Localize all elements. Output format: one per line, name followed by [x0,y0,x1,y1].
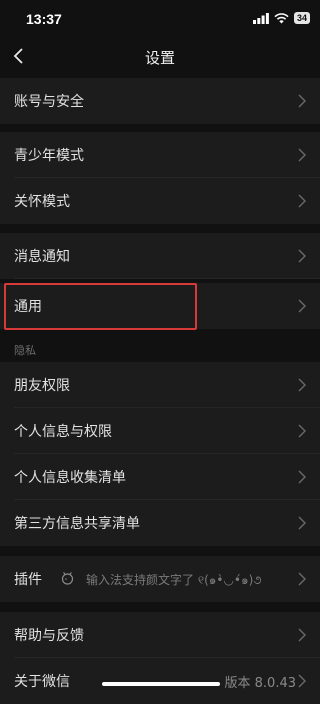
row-label: 关于微信 [14,674,70,690]
row-third-party-sharing[interactable]: 第三方信息共享清单 [0,500,320,546]
row-label: 第三方信息共享清单 [14,516,140,532]
highlight-annotation [4,283,197,330]
plugin-icon [61,572,74,585]
signal-icon [252,12,269,24]
wifi-icon [274,12,289,23]
row-info-collection[interactable]: 个人信息收集清单 [0,454,320,500]
version-text: 版本 8.0.43 [224,676,296,691]
chevron-right-icon [298,470,306,484]
row-label: 插件 [14,572,42,588]
chevron-right-icon [298,249,306,263]
row-label: 青少年模式 [14,148,84,164]
row-label: 消息通知 [14,249,70,265]
chevron-right-icon [298,378,306,392]
row-label: 关怀模式 [14,194,70,210]
chevron-right-icon [298,194,306,208]
row-about[interactable]: 关于微信 版本 8.0.43 [0,658,320,704]
status-icons: 34 [252,12,310,24]
chevron-right-icon [298,628,306,642]
row-youth-mode[interactable]: 青少年模式 [0,132,320,178]
nav-bar: 设置 [0,36,320,78]
status-bar: 13:37 34 [0,0,320,36]
page-title: 设置 [144,49,175,67]
chevron-right-icon [298,516,306,530]
status-time: 13:37 [26,11,62,27]
row-label: 个人信息收集清单 [14,470,126,486]
section-label-privacy: 隐私 [14,344,36,357]
home-indicator[interactable] [102,682,220,686]
row-label: 朋友权限 [14,378,70,394]
plugin-description: 输入法支持颜文字了 ୧(๑•̀◡•́๑)૭ [86,573,262,587]
row-account-security[interactable]: 账号与安全 [0,78,320,124]
battery-icon: 34 [293,12,310,24]
row-label: 个人信息与权限 [14,424,112,440]
chevron-right-icon [298,148,306,162]
chevron-right-icon [298,424,306,438]
row-label: 账号与安全 [14,94,84,110]
row-label: 帮助与反馈 [14,628,84,644]
row-care-mode[interactable]: 关怀模式 [0,178,320,224]
chevron-right-icon [298,94,306,108]
row-help-feedback[interactable]: 帮助与反馈 [0,612,320,658]
row-personal-info[interactable]: 个人信息与权限 [0,408,320,454]
row-notifications[interactable]: 消息通知 [0,233,320,279]
row-plugins[interactable]: 插件 输入法支持颜文字了 ୧(๑•̀◡•́๑)૭ [0,556,320,602]
chevron-right-icon [298,299,306,313]
row-friend-permissions[interactable]: 朋友权限 [0,362,320,408]
chevron-right-icon [298,572,306,586]
chevron-right-icon [298,674,306,688]
